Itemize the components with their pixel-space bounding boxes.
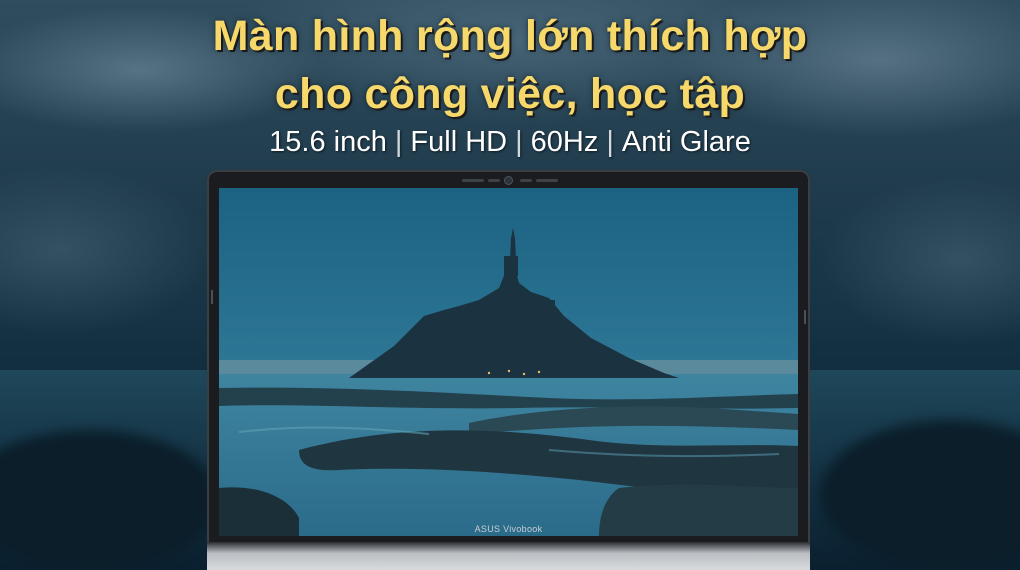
laptop-screen bbox=[219, 188, 798, 536]
spec-coating: Anti Glare bbox=[621, 126, 751, 158]
headline-line-1: Màn hình rộng lớn thích hợp bbox=[212, 12, 808, 60]
spec-resolution: Full HD bbox=[410, 126, 508, 158]
mic-slot-left bbox=[462, 179, 484, 182]
spec-line: 15.6 inch | Full HD | 60Hz | Anti Glare bbox=[0, 126, 1020, 159]
spec-size: 15.6 inch bbox=[269, 126, 387, 158]
sensor-slot bbox=[488, 179, 500, 182]
spec-separator: | bbox=[394, 126, 403, 158]
headline-line-2: cho công việc, học tập bbox=[274, 70, 746, 118]
spec-refresh: 60Hz bbox=[530, 126, 599, 158]
hinge-marker-left bbox=[211, 290, 213, 304]
mic-slot-right bbox=[536, 179, 558, 182]
hinge-marker-right bbox=[804, 310, 806, 324]
spec-separator: | bbox=[515, 126, 523, 158]
brand-label: ASUS Vivobook bbox=[474, 524, 543, 534]
sensor-slot-right bbox=[520, 179, 532, 182]
webcam-icon bbox=[505, 177, 512, 184]
webcam-bar bbox=[462, 176, 558, 186]
spec-separator: | bbox=[606, 126, 614, 158]
screen-landscape-image bbox=[219, 188, 798, 536]
laptop: ASUS Vivobook bbox=[207, 170, 810, 570]
background-scene: Màn hình rộng lớn thích hợp cho công việ… bbox=[0, 0, 1020, 570]
laptop-base-edge bbox=[207, 542, 810, 570]
